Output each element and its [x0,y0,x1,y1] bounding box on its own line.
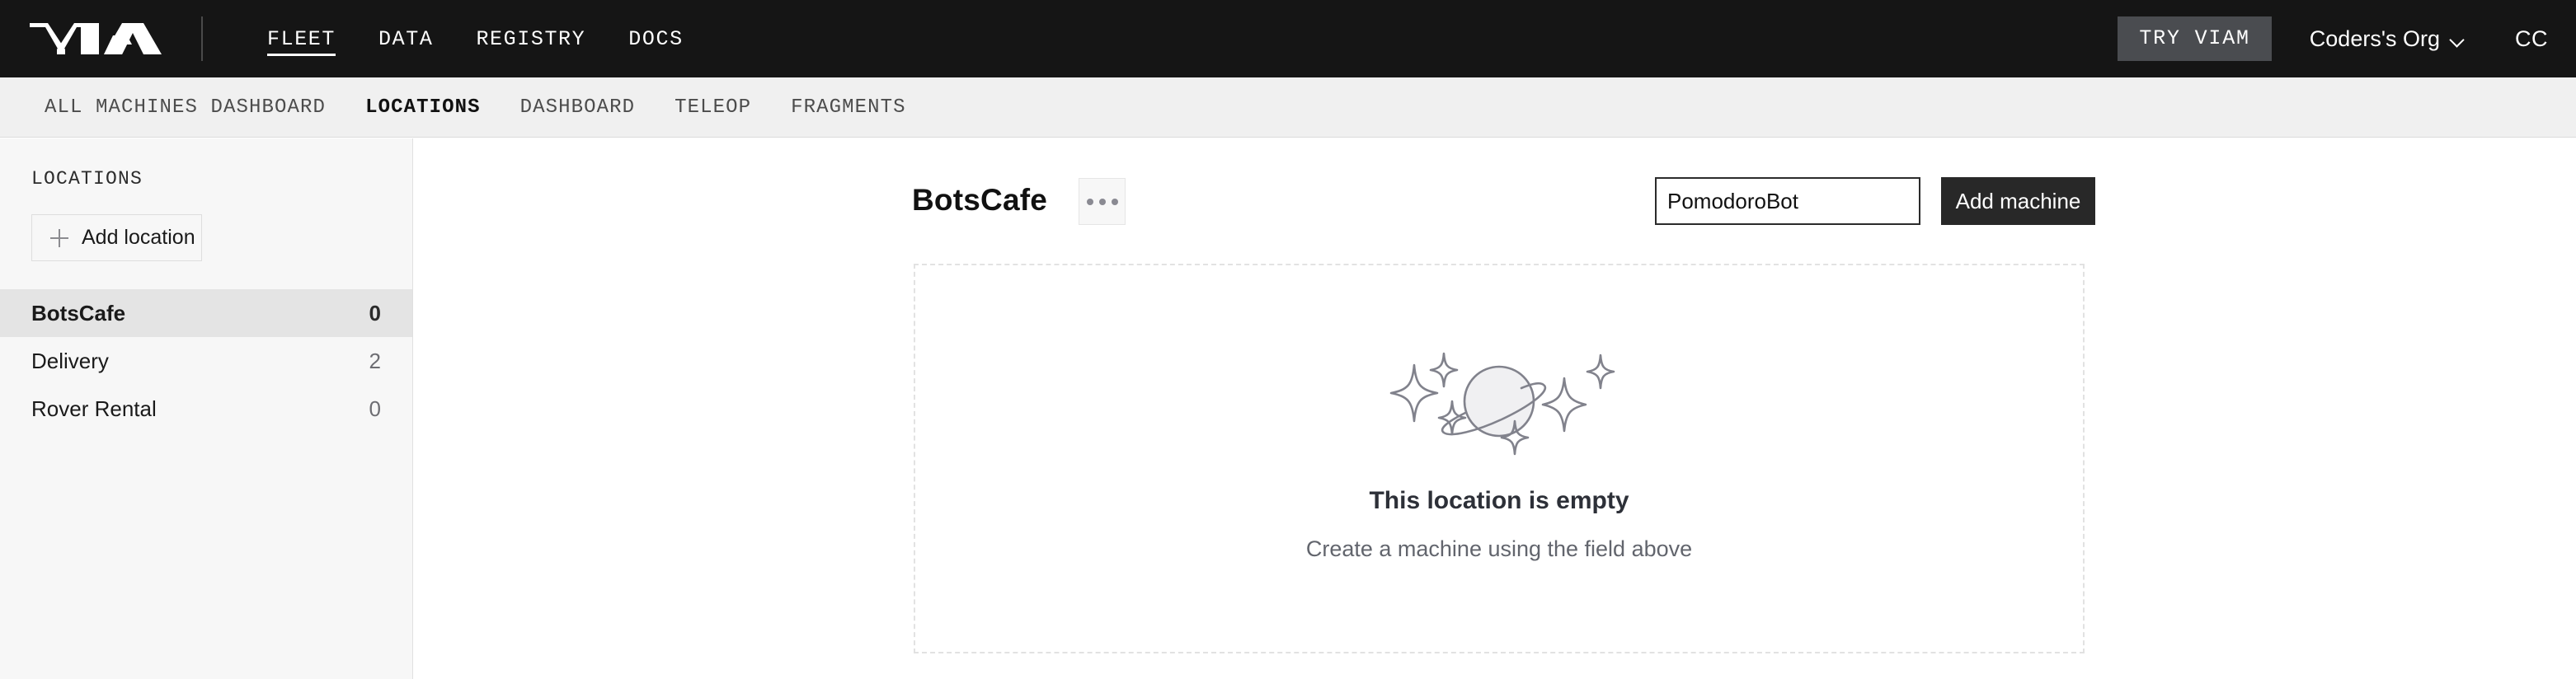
location-machine-count: 0 [369,396,381,421]
app-root: FLEET DATA REGISTRY DOCS TRY VIAM Coders… [0,0,2576,679]
viam-logo-icon [30,23,162,54]
empty-state-subtitle: Create a machine using the field above [1305,536,1693,561]
plus-icon [50,228,68,247]
nav-link-registry[interactable]: REGISTRY [454,0,607,77]
secondary-navigation-bar: ALL MACHINES DASHBOARD LOCATIONS DASHBOA… [0,77,2576,138]
ellipsis-icon [1098,198,1106,205]
sidebar-heading: LOCATIONS [31,168,143,190]
add-location-label: Add location [82,226,195,249]
page-title: BotsCafe [912,183,1048,217]
nav-link-docs[interactable]: DOCS [607,0,704,77]
header-divider [201,16,203,61]
chevron-down-icon [2451,35,2466,43]
empty-state-title: This location is empty [1369,487,1629,514]
locations-sidebar: LOCATIONS Add location BotsCafe 0 Delive… [0,138,413,679]
locations-list: BotsCafe 0 Delivery 2 Rover Rental 0 [0,289,412,433]
sidebar-item-delivery[interactable]: Delivery 2 [0,337,412,385]
location-machine-count: 0 [369,300,381,325]
tab-dashboard[interactable]: DASHBOARD [501,77,656,138]
location-header: BotsCafe Add machine [414,175,2576,236]
avatar[interactable]: CC [2515,26,2548,52]
planet-with-stars-icon [1389,352,1615,456]
location-name: Delivery [31,348,109,373]
ellipsis-icon [1086,198,1093,205]
top-navigation-right: TRY VIAM Coders's Org CC [2118,0,2576,77]
tab-fragments[interactable]: FRAGMENTS [771,77,926,138]
sidebar-item-botscafe[interactable]: BotsCafe 0 [0,289,412,337]
nav-link-data[interactable]: DATA [357,0,454,77]
sidebar-item-rover-rental[interactable]: Rover Rental 0 [0,385,412,433]
tab-all-machines-dashboard[interactable]: ALL MACHINES DASHBOARD [25,77,346,138]
nav-link-fleet[interactable]: FLEET [246,0,357,77]
empty-state-panel: This location is empty Create a machine … [914,264,2085,653]
main-content: BotsCafe Add machine [414,138,2576,679]
ellipsis-icon [1111,198,1118,205]
add-location-button[interactable]: Add location [31,214,202,261]
top-navigation-bar: FLEET DATA REGISTRY DOCS TRY VIAM Coders… [0,0,2576,77]
tab-locations[interactable]: LOCATIONS [346,77,501,138]
viam-logo[interactable] [30,0,162,77]
add-machine-button[interactable]: Add machine [1941,177,2095,225]
location-machine-count: 2 [369,348,381,373]
machine-name-input[interactable] [1655,177,1920,225]
org-selector[interactable]: Coders's Org [2310,26,2466,52]
location-name: Rover Rental [31,396,157,421]
location-name: BotsCafe [31,300,126,325]
location-options-button[interactable] [1079,178,1126,225]
tab-teleop[interactable]: TELEOP [655,77,771,138]
primary-nav-links: FLEET DATA REGISTRY DOCS [246,0,705,77]
try-viam-button[interactable]: TRY VIAM [2118,16,2272,61]
org-name-label: Coders's Org [2309,26,2440,51]
